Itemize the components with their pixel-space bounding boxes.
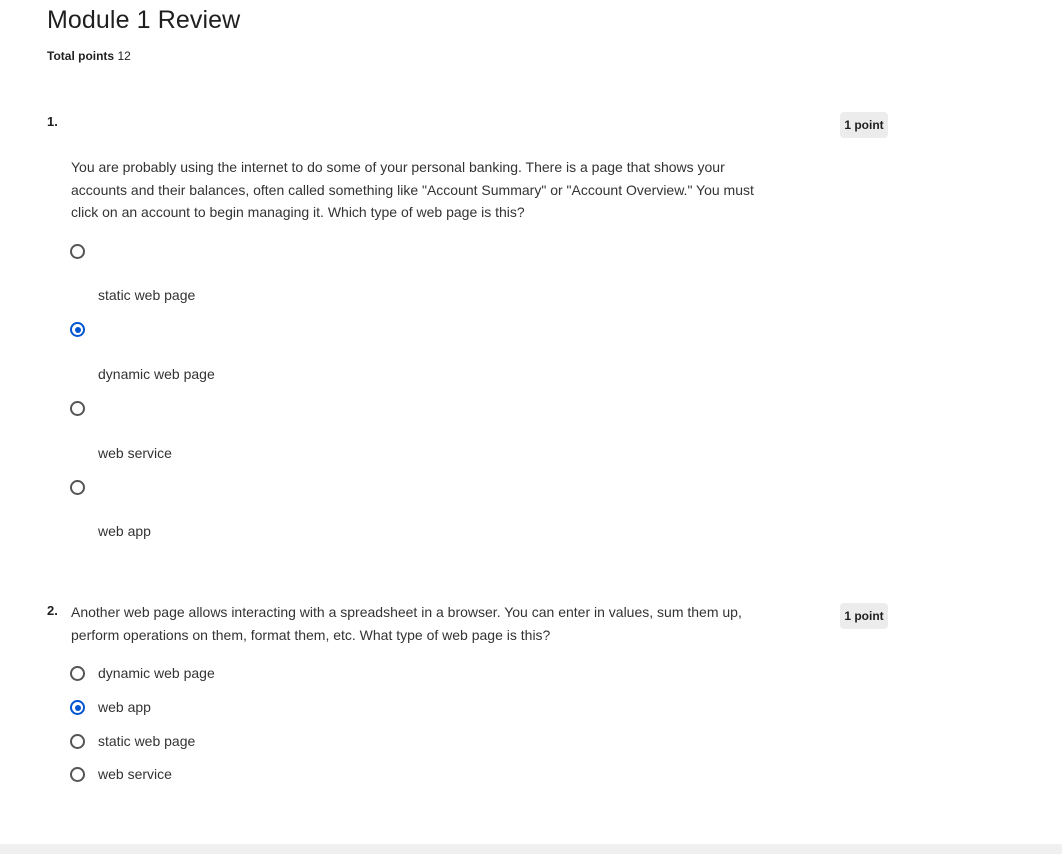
question-2-prompt: Another web page allows interacting with… [71,604,742,643]
question-1-option-1-radio[interactable] [70,244,85,259]
question-2-option-1-radio[interactable] [70,666,85,681]
question-1-option-2-label[interactable]: dynamic web page [98,365,215,383]
question-2-option-2-radio[interactable] [70,700,85,715]
question-1-option-1-label[interactable]: static web page [98,286,195,304]
question-2-option-1-label[interactable]: dynamic web page [98,664,215,682]
total-points: Total points 12 [47,49,131,63]
quiz-page: Module 1 Review Total points 12 1. 1 poi… [0,0,1062,854]
page-title: Module 1 Review [47,6,241,34]
total-points-label: Total points [47,49,115,63]
question-1-option-4-radio[interactable] [70,480,85,495]
total-points-value: 12 [117,49,131,63]
question-1-prompt: You are probably using the internet to d… [71,159,754,220]
question-2-option-3-radio[interactable] [70,734,85,749]
question-2-option-4-radio[interactable] [70,767,85,782]
question-2-number: 2. [47,603,58,618]
footer-divider [0,844,1062,854]
question-1-points-badge: 1 point [840,112,888,138]
question-2-option-4-label[interactable]: web service [98,765,172,783]
question-2-option-2-label[interactable]: web app [98,698,151,716]
question-1-number: 1. [47,114,58,129]
question-1-option-4-label[interactable]: web app [98,522,151,540]
question-2-points-badge: 1 point [840,603,888,629]
question-1-option-3-label[interactable]: web service [98,444,172,462]
question-1-option-2-radio[interactable] [70,322,85,337]
question-2-option-3-label[interactable]: static web page [98,732,195,750]
question-1-option-3-radio[interactable] [70,401,85,416]
